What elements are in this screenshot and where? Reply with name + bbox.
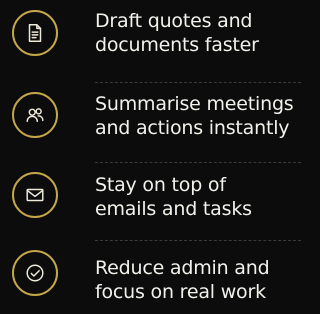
document-icon (12, 10, 58, 56)
people-icon (12, 92, 58, 138)
checkmark-icon (12, 250, 58, 296)
feature-line: and actions instantly (95, 117, 290, 139)
feature-item-draft-quotes: Draft quotes and documents faster (0, 0, 301, 74)
feature-item-reduce-admin: Reduce admin and focus on real work (0, 240, 301, 314)
feature-text: Summarise meetings and actions instantly (95, 92, 305, 140)
feature-text: Reduce admin and focus on real work (95, 256, 305, 304)
envelope-icon (12, 172, 58, 218)
feature-item-stay-on-top: Stay on top of emails and tasks (0, 162, 301, 236)
feature-line: emails and tasks (95, 198, 252, 220)
feature-line: Summarise meetings (95, 93, 294, 115)
feature-line: focus on real work (95, 281, 266, 303)
feature-item-summarise-meetings: Summarise meetings and actions instantly (0, 82, 301, 156)
feature-text: Stay on top of emails and tasks (95, 173, 305, 221)
feature-list: Draft quotes and documents faster Summar… (0, 0, 301, 311)
feature-text: Draft quotes and documents faster (95, 9, 305, 57)
feature-line: Draft quotes and (95, 10, 253, 32)
feature-line: Reduce admin and (95, 257, 270, 279)
feature-line: documents faster (95, 34, 259, 56)
feature-line: Stay on top of (95, 174, 226, 196)
